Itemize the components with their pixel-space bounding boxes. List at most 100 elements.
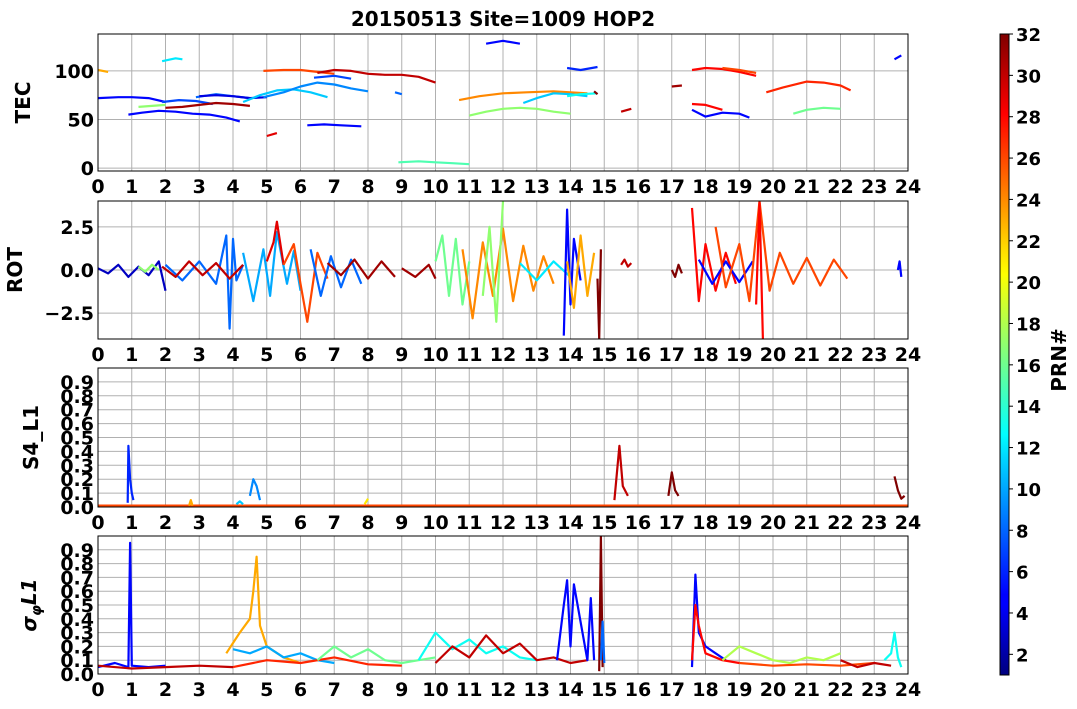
x-tick-label: 10: [422, 512, 448, 534]
series-line-prn-31: [165, 101, 251, 109]
series-line-prn-8: [394, 91, 403, 96]
x-tick-label: 3: [193, 344, 206, 366]
x-tick-label: 21: [794, 344, 820, 366]
x-tick-label: 23: [861, 679, 887, 701]
y-tick-label: −2.5: [44, 303, 94, 325]
x-tick-label: 13: [524, 679, 550, 701]
series-line-prn-15: [398, 160, 470, 166]
x-tick-label: 16: [625, 512, 651, 534]
x-tick-label: 17: [659, 344, 685, 366]
colorbar-tick-label: 8: [1016, 521, 1029, 542]
colorbar: 2468101214161820222426283032 PRN#: [999, 25, 1071, 676]
colorbar-tick-label: 2: [1016, 645, 1029, 666]
y-axis-label: ROT: [3, 247, 27, 293]
y-axis-label: TEC: [11, 82, 35, 124]
x-tick-label: 1: [125, 512, 138, 534]
colorbar-tick-label: 20: [1016, 273, 1041, 294]
series-line-prn-32: [596, 249, 602, 339]
x-tick-label: 8: [361, 679, 374, 701]
series-line-prn-24: [461, 227, 555, 320]
series-line-prn-8: [164, 234, 245, 330]
x-tick-label: 22: [827, 679, 853, 701]
panel-rot: 0 1 2 3 4 5 6 7 8 9 10 11 12 13 14 15 16 17 18 19 20 21 22 23 24…: [3, 200, 921, 366]
series-line-prn-5: [307, 123, 362, 128]
x-tick-label: 2: [159, 176, 172, 198]
x-tick-label: 6: [294, 512, 307, 534]
series-line-prn-31: [401, 263, 437, 280]
colorbar-tick-label: 6: [1016, 563, 1029, 584]
x-tick-label: 12: [490, 512, 516, 534]
sigma-series-group: [98, 536, 903, 672]
x-tick-label: 0: [91, 344, 104, 366]
colorbar-tick-label: 28: [1016, 108, 1041, 129]
x-tick-label: 1: [125, 176, 138, 198]
colorbar-tick-label: 32: [1016, 25, 1041, 46]
x-tick-label: 7: [328, 344, 341, 366]
series-line-prn-23: [98, 68, 109, 73]
x-tick-label: 6: [294, 344, 307, 366]
x-tick-label: 18: [692, 176, 718, 198]
x-tick-label: 4: [226, 679, 239, 701]
series-line-prn-26: [714, 201, 849, 303]
x-tick-label: 4: [226, 512, 239, 534]
x-tick-label: 2: [159, 344, 172, 366]
panel-sigma: 0 1 2 3 4 5 6 7 8 9 10 11 12 13 14 15 16 17 18 19 20 21 22 23 24…: [17, 535, 921, 701]
series-line-prn-30: [434, 634, 588, 665]
x-tick-label: 10: [422, 176, 448, 198]
x-tick-label: 5: [260, 344, 273, 366]
y-tick-label: 0: [81, 158, 94, 180]
series-line-prn-7: [313, 74, 352, 80]
s4-grid: [97, 368, 909, 508]
series-line-prn-6: [126, 444, 135, 503]
x-tick-label: 5: [260, 176, 273, 198]
x-tick-label: 21: [794, 176, 820, 198]
x-tick-label: 23: [861, 512, 887, 534]
x-tick-label: 1: [125, 344, 138, 366]
colorbar-tick-label: 18: [1016, 314, 1041, 335]
x-tick-label: 7: [328, 512, 341, 534]
series-line-prn-5: [691, 108, 750, 119]
series-line-prn-32: [667, 471, 680, 497]
colorbar-label: PRN#: [1047, 328, 1071, 392]
series-line-prn-5: [896, 260, 903, 278]
colorbar-tick-label: 30: [1016, 66, 1041, 87]
figure: 20150513 Site=1009 HOP2 0 1 2 3 4 5 6 7 8 9 10 11 12…: [3, 7, 1071, 701]
x-tick-label: 10: [422, 679, 448, 701]
x-tick-label: 5: [260, 512, 273, 534]
x-tick-label: 24: [895, 344, 921, 366]
series-line-prn-9: [248, 478, 262, 501]
x-tick-label: 2: [159, 512, 172, 534]
series-line-prn-17: [469, 106, 571, 117]
series-line-prn-5: [893, 54, 902, 61]
x-tick-label: 8: [361, 176, 374, 198]
series-line-prn-31: [671, 84, 683, 88]
x-tick-label: 8: [361, 512, 374, 534]
x-tick-label: 9: [395, 512, 408, 534]
x-tick-label: 9: [395, 679, 408, 701]
x-tick-label: 13: [524, 512, 550, 534]
x-tick-label: 19: [726, 344, 752, 366]
series-line-prn-27: [765, 80, 852, 94]
panel-tec: 0 1 2 3 4 5 6 7 8 9 10 11 12 13 14 15 16 17 18 19 20 21 22 23 24…: [11, 33, 921, 198]
x-tick-label: 6: [294, 176, 307, 198]
colorbar-tick-label: 22: [1016, 232, 1041, 253]
x-tick-label: 16: [625, 344, 651, 366]
x-tick-label: 8: [361, 344, 374, 366]
x-tick-label: 9: [395, 344, 408, 366]
series-line-prn-30: [613, 444, 629, 501]
x-tick-label: 24: [895, 679, 921, 701]
x-tick-label: 24: [895, 512, 921, 534]
panel-s4: 0 1 2 3 4 5 6 7 8 9 10 11 12 13 14 15 16 17 18 19 20 21 22 23 24…: [19, 367, 921, 534]
x-tick-label: 18: [692, 679, 718, 701]
x-tick-label: 3: [193, 512, 206, 534]
x-tick-label: 20: [760, 344, 786, 366]
series-line-prn-5: [555, 579, 596, 662]
x-tick-label: 18: [692, 512, 718, 534]
x-tick-label: 15: [591, 344, 617, 366]
x-tick-label: 11: [456, 679, 482, 701]
x-tick-label: 11: [456, 512, 482, 534]
x-tick-label: 20: [760, 679, 786, 701]
y-axis-label: S4_L1: [19, 405, 43, 470]
x-tick-label: 22: [827, 512, 853, 534]
x-tick-label: 4: [226, 344, 239, 366]
